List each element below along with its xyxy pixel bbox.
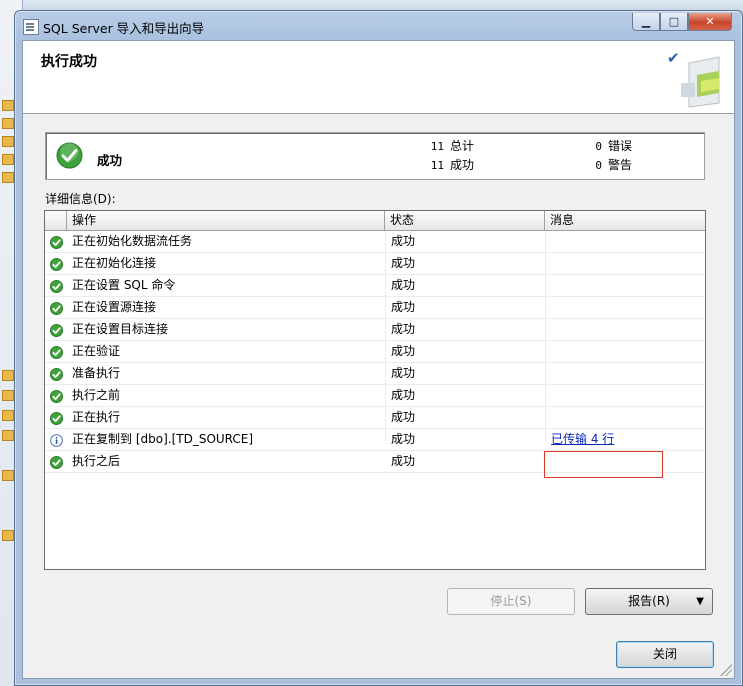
row-status: 成功 — [391, 234, 416, 248]
success-stat: 11 成功 — [426, 156, 474, 173]
details-grid[interactable]: 操作 状态 消息 正在初始化数据流任务 成功 正在初始化连接 成功 正在设置 SQL… — [44, 210, 706, 570]
success-icon — [50, 389, 63, 403]
summary-panel: 成功 11 总计 11 成功 0 错误 0 警告 — [45, 132, 705, 180]
wizard-header: 执行成功 ✔ — [23, 41, 734, 114]
error-stat: 0 错误 — [584, 137, 632, 154]
warning-label: 警告 — [608, 158, 633, 172]
row-status: 成功 — [391, 388, 416, 402]
total-stat: 11 总计 — [426, 137, 474, 154]
success-icon — [50, 257, 63, 271]
table-row[interactable]: 正在设置 SQL 命令 成功 — [45, 275, 705, 297]
report-button[interactable]: 报告(R) ▼ — [585, 588, 713, 615]
title-bar[interactable]: SQL Server 导入和导出向导 ▁ □ ✕ — [15, 11, 742, 39]
total-count: 11 — [430, 140, 444, 153]
row-status: 成功 — [391, 300, 416, 314]
success-large-icon — [56, 142, 83, 169]
wizard-client-area: 执行成功 ✔ 成功 11 总计 11 成功 0 错误 0 警告 详细信息(D):… — [22, 40, 735, 679]
success-icon — [50, 235, 63, 249]
row-operation: 执行之后 — [72, 454, 121, 468]
row-status: 成功 — [391, 366, 416, 380]
success-icon — [50, 411, 63, 425]
table-row[interactable]: 正在设置源连接 成功 — [45, 297, 705, 319]
column-header-operation[interactable]: 操作 — [67, 211, 385, 230]
row-operation: 正在执行 — [72, 410, 121, 424]
row-operation: 正在设置源连接 — [72, 300, 157, 314]
row-operation: 准备执行 — [72, 366, 121, 380]
error-label: 错误 — [608, 139, 633, 153]
table-row[interactable]: 正在执行 成功 — [45, 407, 705, 429]
row-status: 成功 — [391, 256, 416, 270]
rows-transferred-link[interactable]: 已传输 4 行 — [551, 432, 614, 446]
row-operation: 正在复制到 [dbo].[TD_SOURCE] — [72, 432, 254, 446]
checkmark-icon: ✔ — [667, 49, 680, 67]
stop-button[interactable]: 停止(S) — [447, 588, 575, 615]
dropdown-arrow-icon: ▼ — [696, 596, 704, 607]
minimize-button[interactable]: ▁ — [632, 13, 660, 31]
report-button-label: 报告(R) — [628, 594, 670, 608]
table-row[interactable]: 正在验证 成功 — [45, 341, 705, 363]
close-window-button[interactable]: ✕ — [688, 13, 732, 31]
table-row[interactable]: 执行之前 成功 — [45, 385, 705, 407]
window-title: SQL Server 导入和导出向导 — [43, 21, 205, 36]
page-title: 执行成功 — [41, 54, 97, 70]
wizard-window: SQL Server 导入和导出向导 ▁ □ ✕ 执行成功 ✔ 成功 11 总计… — [14, 10, 743, 686]
success-count: 11 — [430, 159, 444, 172]
close-button[interactable]: 关闭 — [616, 641, 714, 668]
wizard-graphic-icon — [681, 56, 720, 108]
success-icon — [50, 455, 63, 469]
column-header-status[interactable]: 状态 — [385, 211, 545, 230]
details-grid-header: 操作 状态 消息 — [45, 211, 705, 231]
success-icon — [50, 279, 63, 293]
row-status: 成功 — [391, 410, 416, 424]
row-status: 成功 — [391, 278, 416, 292]
success-icon — [50, 301, 63, 315]
table-row[interactable]: 正在初始化数据流任务 成功 — [45, 231, 705, 253]
column-header-icon — [45, 211, 67, 230]
details-label: 详细信息(D): — [45, 192, 116, 206]
table-row[interactable]: 正在复制到 [dbo].[TD_SOURCE] 成功 已传输 4 行 — [45, 429, 705, 451]
table-row[interactable]: 正在设置目标连接 成功 — [45, 319, 705, 341]
success-icon — [50, 323, 63, 337]
error-count: 0 — [595, 140, 602, 153]
success-icon — [50, 345, 63, 359]
details-rows: 正在初始化数据流任务 成功 正在初始化连接 成功 正在设置 SQL 命令 成功 正在设… — [45, 231, 705, 473]
row-operation: 执行之前 — [72, 388, 121, 402]
total-label: 总计 — [450, 139, 475, 153]
maximize-button[interactable]: □ — [660, 13, 688, 31]
highlight-annotation — [544, 451, 663, 478]
row-operation: 正在设置 SQL 命令 — [72, 278, 176, 292]
row-status: 成功 — [391, 344, 416, 358]
row-operation: 正在初始化数据流任务 — [72, 234, 193, 248]
info-icon — [50, 433, 63, 447]
warning-count: 0 — [595, 159, 602, 172]
wizard-app-icon — [23, 19, 39, 35]
table-row[interactable]: 正在初始化连接 成功 — [45, 253, 705, 275]
row-operation: 正在验证 — [72, 344, 121, 358]
column-header-message[interactable]: 消息 — [545, 211, 705, 230]
row-status: 成功 — [391, 322, 416, 336]
resize-grip-icon[interactable] — [720, 664, 732, 676]
success-label: 成功 — [450, 158, 475, 172]
table-row[interactable]: 准备执行 成功 — [45, 363, 705, 385]
row-status: 成功 — [391, 454, 416, 468]
row-operation: 正在初始化连接 — [72, 256, 157, 270]
row-operation: 正在设置目标连接 — [72, 322, 169, 336]
warning-stat: 0 警告 — [584, 156, 632, 173]
row-status: 成功 — [391, 432, 416, 446]
success-icon — [50, 367, 63, 381]
summary-status: 成功 — [97, 153, 123, 168]
